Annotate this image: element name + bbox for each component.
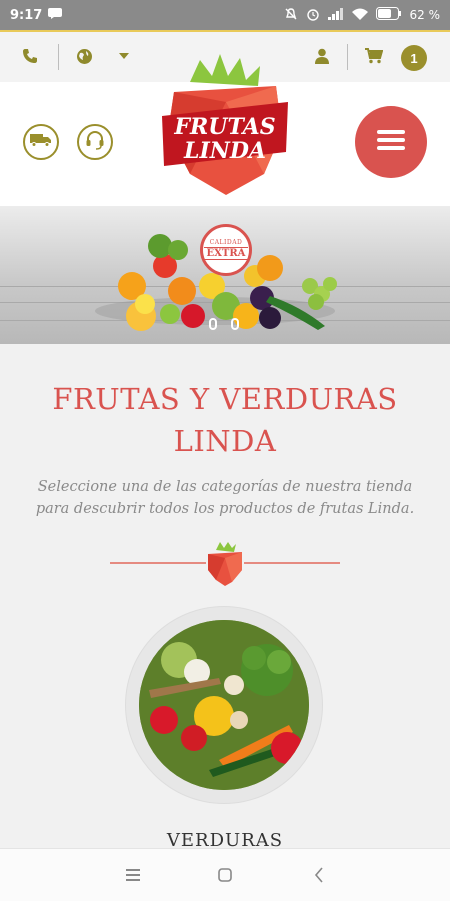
cart-count-badge[interactable]: 1 (401, 45, 427, 71)
page-subtitle: Seleccione una de las categorías de nues… (35, 479, 415, 517)
signal-icon (327, 7, 344, 23)
seal-top-text: CALIDAD (209, 239, 243, 246)
status-bar: 9:17 62 % (0, 0, 450, 30)
alarm-icon (306, 7, 320, 24)
logo-text-line2: LINDA (183, 138, 267, 164)
hamburger-menu-button[interactable] (355, 106, 427, 178)
delivery-button[interactable] (23, 124, 59, 160)
carousel-dot[interactable] (209, 318, 217, 330)
carousel-indicators (209, 318, 239, 330)
strawberry-icon (206, 542, 244, 591)
carousel-dot[interactable] (231, 318, 239, 330)
chat-notification-icon (48, 7, 63, 23)
site-logo[interactable]: FRUTAS LINDA (160, 52, 290, 197)
back-icon[interactable] (314, 867, 324, 888)
menu-icon[interactable] (126, 868, 140, 886)
mute-icon (284, 7, 298, 24)
page-title: FRUTAS Y VERDURAS LINDA (52, 382, 398, 458)
home-icon[interactable] (218, 868, 232, 887)
logo-text-line1: FRUTAS (174, 114, 276, 140)
divider (347, 44, 348, 70)
user-icon[interactable] (312, 46, 332, 66)
vegetables-image (139, 620, 309, 790)
chevron-down-icon[interactable] (114, 46, 134, 66)
divider (58, 44, 59, 70)
headset-icon (85, 130, 105, 155)
status-time: 9:17 (10, 7, 43, 23)
battery-icon (375, 7, 402, 23)
support-button[interactable] (77, 124, 113, 160)
divider-line-right (244, 562, 340, 564)
category-card-verduras[interactable] (126, 607, 322, 803)
system-nav-bar (0, 848, 450, 901)
phone-icon[interactable] (20, 46, 40, 66)
globe-icon[interactable] (74, 46, 94, 66)
hamburger-icon (377, 129, 405, 156)
truck-icon (30, 133, 52, 152)
battery-percent: 62 % (409, 8, 441, 22)
seal-main-text: EXTRA (203, 247, 249, 260)
wifi-icon (351, 8, 368, 23)
cart-icon[interactable] (364, 46, 384, 66)
divider-line-left (110, 562, 206, 564)
quality-seal: CALIDAD EXTRA (200, 224, 252, 276)
